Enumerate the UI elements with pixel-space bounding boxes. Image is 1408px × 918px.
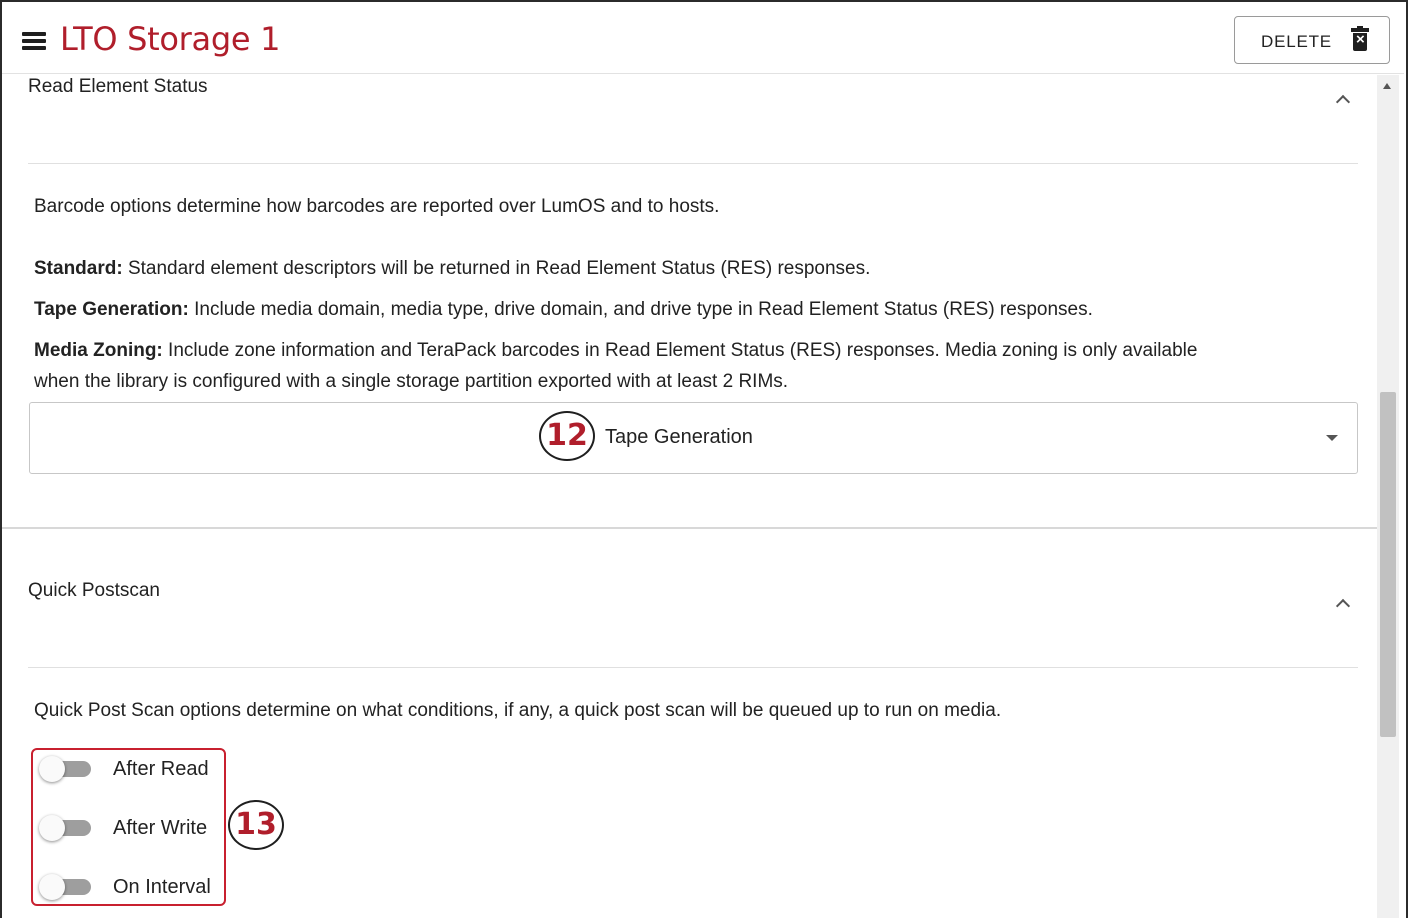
option-name: Media Zoning: [34,340,163,361]
scroll-up-arrow-icon[interactable] [1383,83,1391,89]
collapse-chevron-icon[interactable] [1336,597,1348,609]
option-description: Include media domain, media type, drive … [188,299,1093,320]
barcode-option-select[interactable]: Tape Generation [29,402,1358,474]
page-header: LTO Storage 1 DELETE [2,2,1404,74]
quick-postscan-intro-text: Quick Post Scan options determine on wha… [34,700,1002,721]
option-name: Standard: [34,258,123,279]
trash-icon [1351,26,1369,51]
option-standard-text: Standard: Standard element descriptors w… [34,253,870,284]
toggle-group: After Read After Write On Interval [31,748,226,906]
option-description: Include zone information and TeraPack ba… [162,340,1198,361]
option-name: Tape Generation: [34,299,189,320]
collapse-chevron-icon[interactable] [1336,93,1348,105]
toggle-label: On Interval [113,876,211,898]
delete-button-label: DELETE [1261,32,1332,51]
scroll-thumb[interactable] [1380,392,1396,737]
delete-button[interactable]: DELETE [1234,16,1390,64]
select-value: Tape Generation [605,426,753,448]
section-title-read-element-status: Read Element Status [28,76,208,97]
toggle-label: After Read [113,758,209,780]
menu-icon[interactable] [22,32,46,50]
section-divider [28,163,1358,164]
option-media-zoning-text: Media Zoning: Include zone information a… [34,335,1197,397]
barcode-intro-text: Barcode options determine how barcodes a… [34,196,720,217]
section-separator [2,527,1377,529]
toggle-after-read[interactable]: After Read [33,750,228,790]
scrollbar[interactable] [1377,75,1399,918]
option-description-continued: when the library is configured with a si… [34,371,789,392]
page-title: LTO Storage 1 [60,20,281,58]
option-tape-generation-text: Tape Generation: Include media domain, m… [34,294,1093,325]
toggle-after-write[interactable]: After Write [33,809,228,849]
settings-content: Read Element Status Barcode options dete… [2,75,1377,918]
callout-badge: 12 [539,411,595,461]
toggle-knob [39,874,65,900]
toggle-knob [39,815,65,841]
option-description: Standard element descriptors will be ret… [122,258,871,279]
callout-badge: 13 [228,800,284,850]
toggle-knob [39,756,65,782]
toggle-on-interval[interactable]: On Interval [33,868,228,908]
dropdown-caret-icon [1326,435,1338,441]
section-title-quick-postscan: Quick Postscan [28,580,160,601]
section-divider [28,667,1358,668]
toggle-label: After Write [113,817,208,839]
